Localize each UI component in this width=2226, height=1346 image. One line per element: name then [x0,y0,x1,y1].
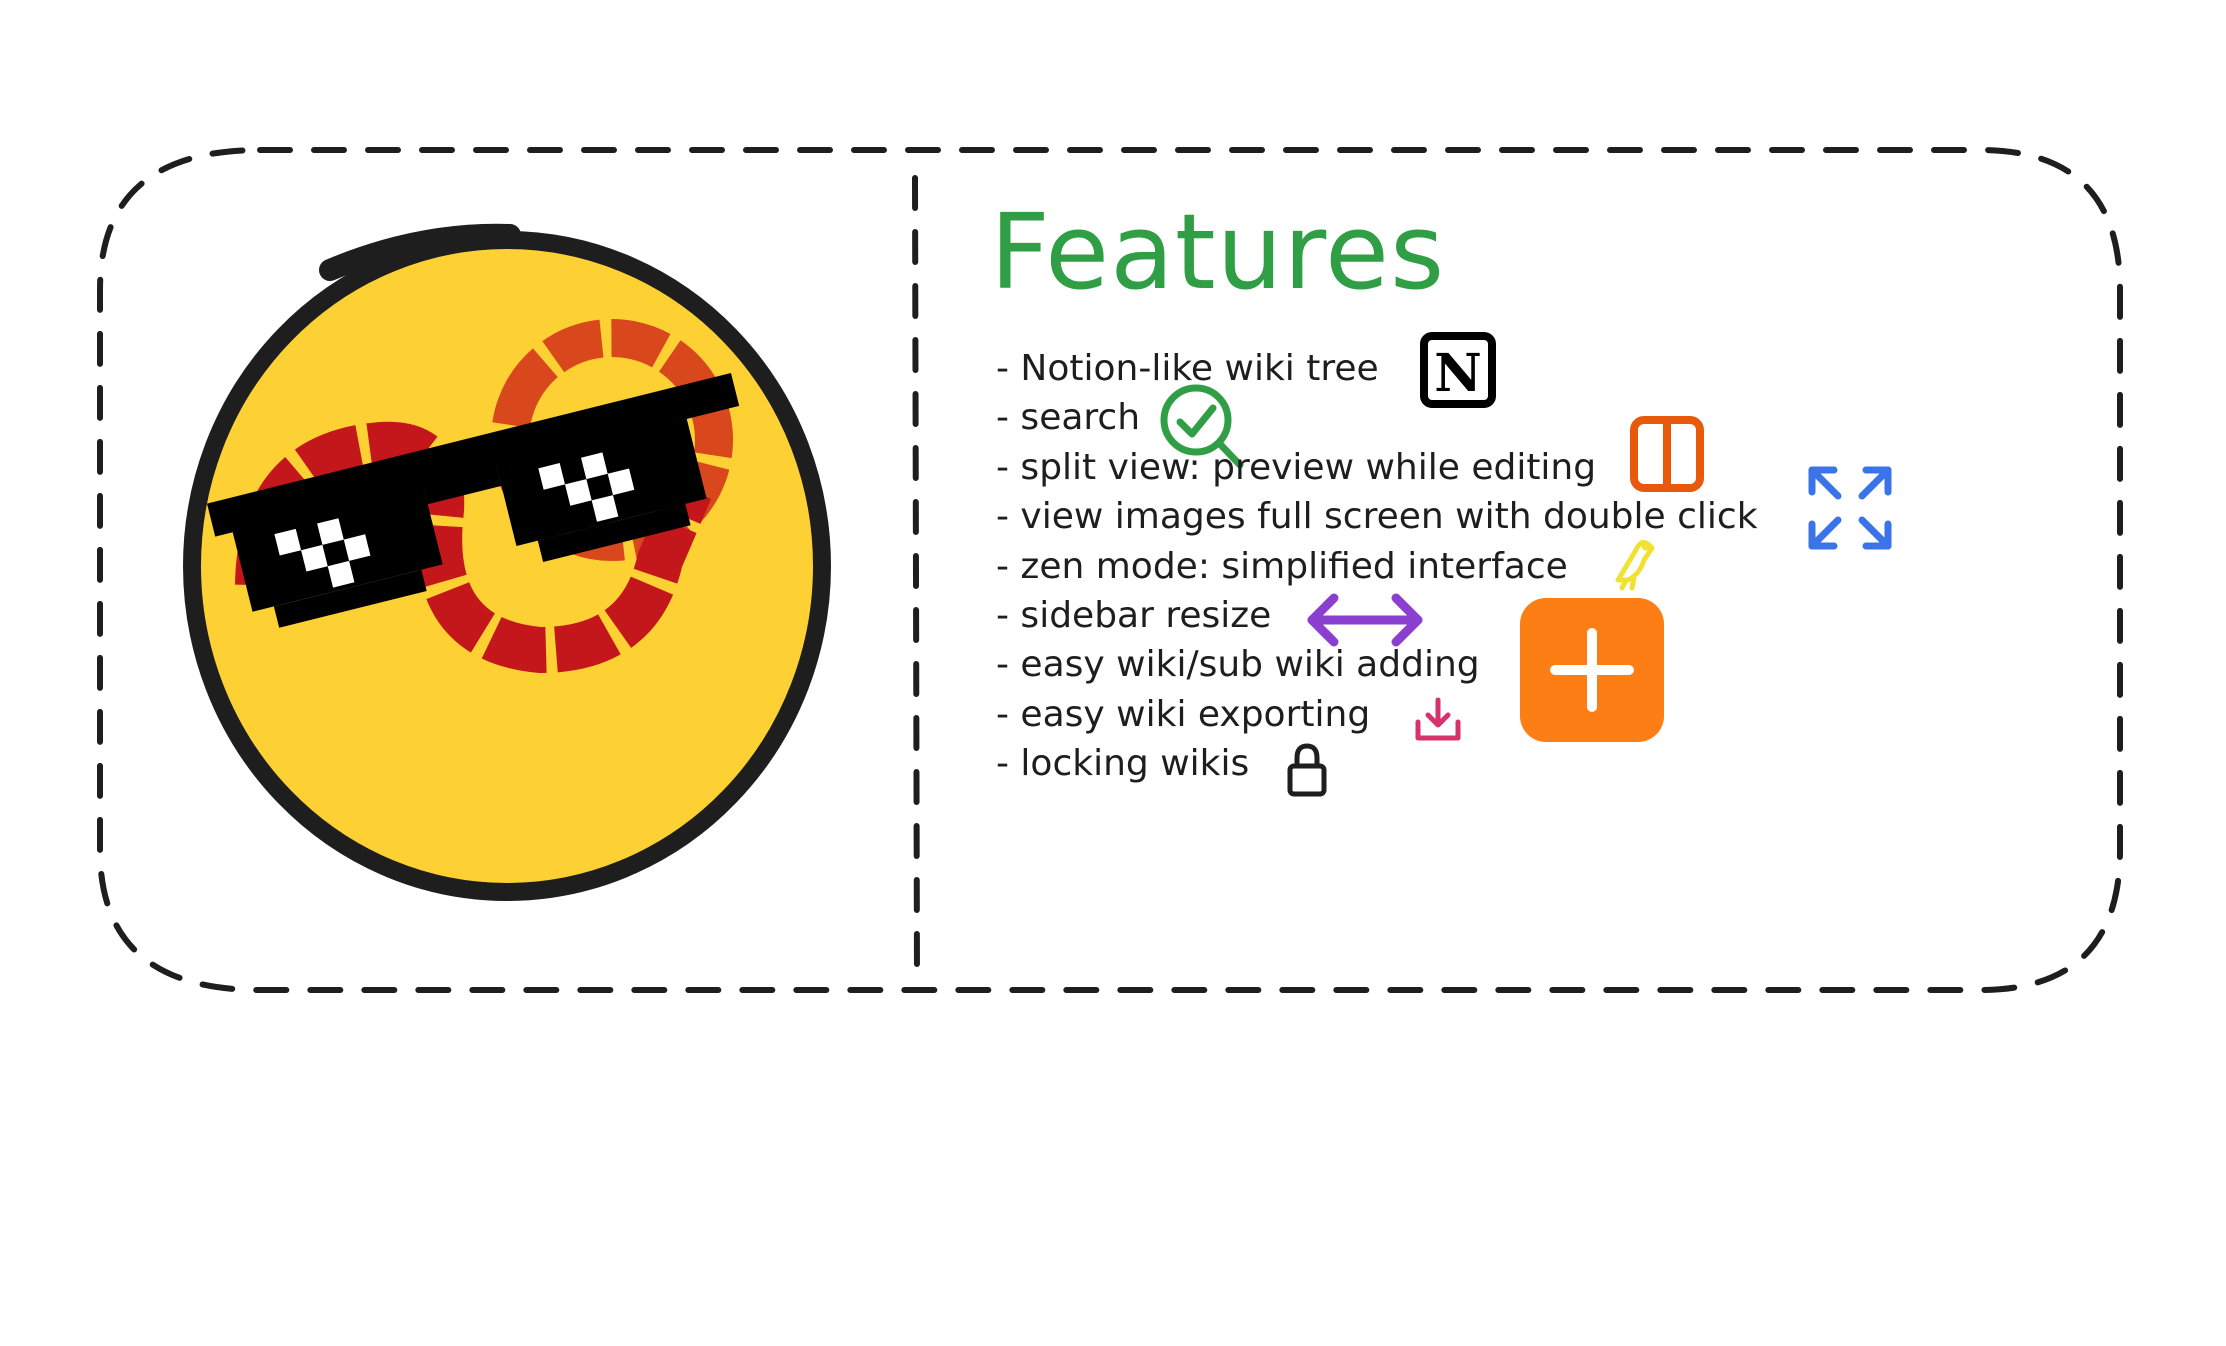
feature-item: - sidebar resize [996,594,1272,636]
feature-item: - easy wiki exporting [996,693,1371,735]
logo [183,223,831,901]
feature-list: - Notion-like wiki tree - search - split… [996,344,1758,789]
feature-item: - view images full screen with double cl… [996,496,1758,538]
expand-arrows-icon [1808,466,1892,550]
dashed-divider [912,175,920,985]
feature-item: - Notion-like wiki tree [996,348,1379,389]
feature-item: - locking wikis [996,743,1250,785]
feature-item: - split view: preview while editing [996,446,1597,488]
feature-item: - zen mode: simplified interface [996,545,1568,587]
features-title: Features [990,191,1446,313]
feature-item: - easy wiki/sub wiki adding [996,644,1480,686]
feature-item: - search [996,397,1141,439]
